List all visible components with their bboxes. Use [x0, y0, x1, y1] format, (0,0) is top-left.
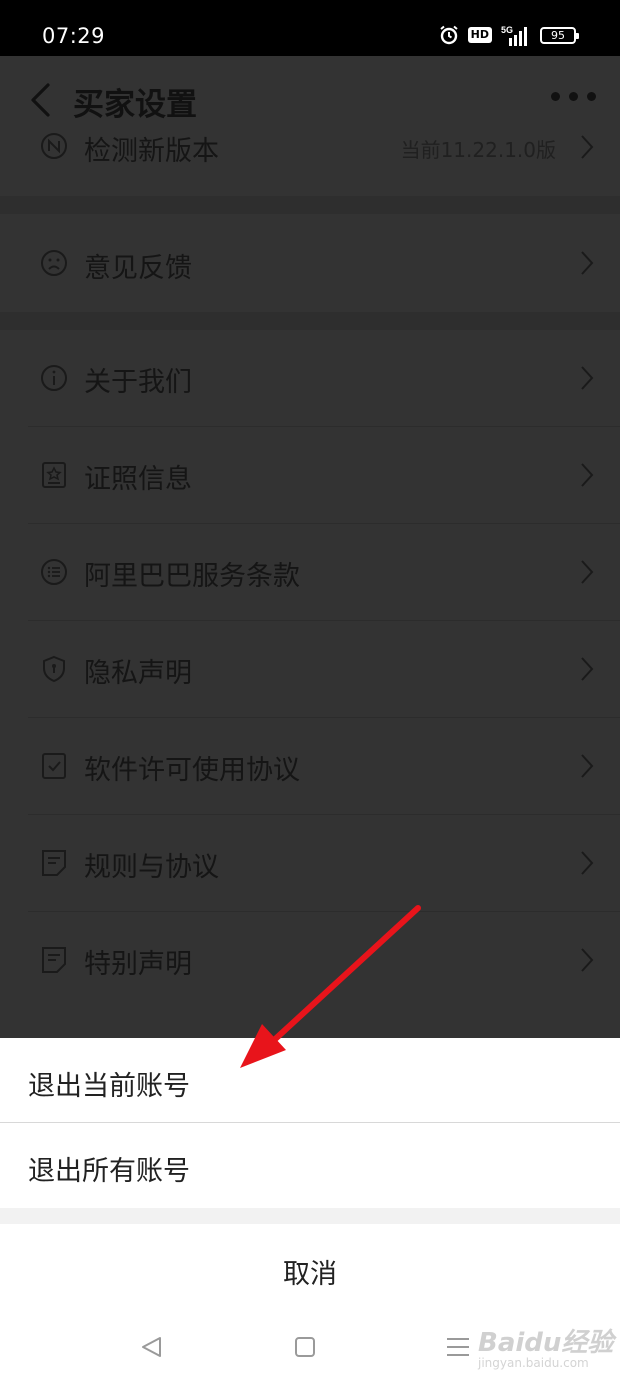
logout-current-label: 退出当前账号 — [28, 1071, 190, 1102]
settings-label: 检测新版本 — [84, 136, 219, 167]
settings-row-terms[interactable]: 阿里巴巴服务条款 — [0, 524, 620, 620]
logout-current-account-button[interactable]: 退出当前账号 — [0, 1038, 620, 1122]
hd-badge: HD — [467, 27, 492, 43]
settings-label: 特别声明 — [84, 949, 192, 980]
sheet-gap — [0, 1208, 620, 1224]
document-icon — [42, 850, 66, 876]
chevron-right-icon — [581, 754, 594, 778]
settings-row-software-license[interactable]: 软件许可使用协议 — [0, 718, 620, 814]
sad-face-icon — [41, 250, 67, 276]
version-value: 当前11.22.1.0版 — [400, 138, 556, 162]
settings-label: 隐私声明 — [84, 658, 192, 689]
checked-doc-icon — [42, 753, 66, 779]
version-n-icon — [41, 133, 67, 159]
chevron-right-icon — [581, 135, 594, 159]
baidu-watermark: Baidu经验 — [478, 1328, 614, 1358]
settings-row-about[interactable]: 关于我们 — [0, 330, 620, 426]
chevron-right-icon — [581, 251, 594, 275]
chevron-right-icon — [581, 463, 594, 487]
settings-label: 关于我们 — [84, 367, 192, 398]
status-icons: HD 5G 95 — [439, 24, 579, 46]
settings-row-privacy[interactable]: 隐私声明 — [0, 621, 620, 717]
chevron-right-icon — [581, 948, 594, 972]
cancel-label: 取消 — [283, 1259, 337, 1290]
settings-row-feedback[interactable]: 意见反馈 — [0, 216, 620, 312]
battery-icon: 95 — [540, 26, 579, 44]
settings-label: 软件许可使用协议 — [84, 755, 300, 786]
status-bar: 07:29 HD 5G 95 — [0, 0, 620, 56]
chevron-right-icon — [581, 851, 594, 875]
chevron-right-icon — [581, 657, 594, 681]
status-time: 07:29 — [42, 24, 106, 48]
settings-label: 证照信息 — [84, 464, 192, 495]
logout-all-accounts-button[interactable]: 退出所有账号 — [0, 1123, 620, 1207]
document-icon — [42, 947, 66, 973]
logout-all-label: 退出所有账号 — [28, 1156, 190, 1187]
baidu-watermark-url: jingyan.baidu.com — [478, 1356, 589, 1370]
shield-icon — [43, 655, 65, 683]
alarm-icon — [440, 25, 458, 45]
nav-back-icon[interactable] — [140, 1336, 164, 1358]
signal-icon: 5G — [501, 25, 527, 46]
settings-label: 意见反馈 — [84, 253, 192, 284]
info-icon — [41, 365, 67, 391]
chevron-right-icon — [581, 366, 594, 390]
section-gap — [0, 196, 620, 214]
settings-row-version[interactable]: 检测新版本 当前11.22.1.0版 — [0, 100, 620, 196]
list-icon — [41, 559, 67, 585]
certificate-icon — [42, 462, 66, 488]
settings-row-rules[interactable]: 规则与协议 — [0, 815, 620, 911]
settings-label: 规则与协议 — [84, 852, 219, 883]
section-gap — [0, 312, 620, 330]
nav-home-icon[interactable] — [295, 1337, 315, 1357]
network-label: 5G — [501, 25, 513, 35]
settings-row-license-info[interactable]: 证照信息 — [0, 427, 620, 523]
settings-label: 阿里巴巴服务条款 — [84, 561, 300, 592]
settings-row-special[interactable]: 特别声明 — [0, 912, 620, 1008]
nav-menu-icon[interactable] — [447, 1338, 469, 1362]
chevron-right-icon — [581, 560, 594, 584]
